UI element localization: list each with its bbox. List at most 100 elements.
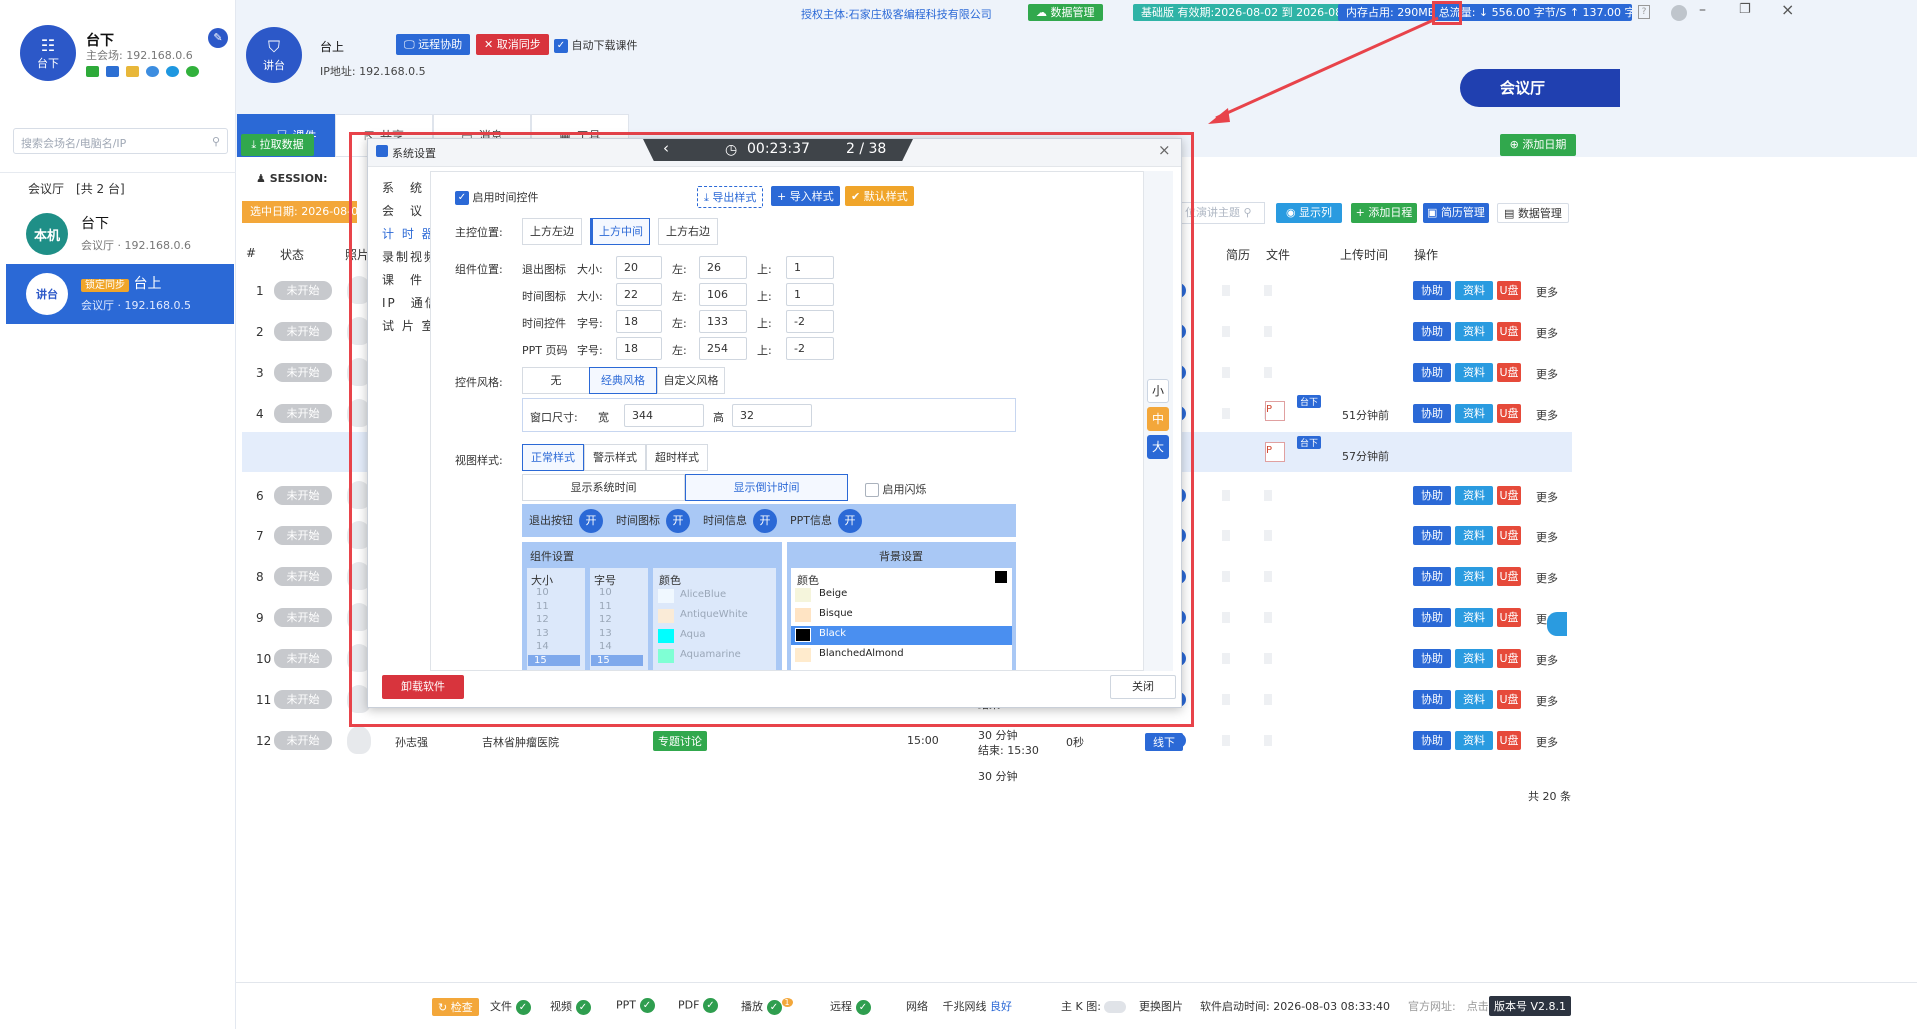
bio-doc-icon[interactable] — [1222, 285, 1230, 296]
row-more-link[interactable]: 更多 — [1536, 570, 1558, 586]
style-none[interactable]: 无 — [522, 367, 590, 394]
row-more-link[interactable]: 更多 — [1536, 407, 1558, 423]
size-option[interactable]: 11 — [536, 601, 549, 612]
height-input[interactable]: 32 — [732, 404, 812, 427]
row-usb-button[interactable]: U盘 — [1497, 362, 1521, 382]
size-option[interactable]: 13 — [536, 628, 549, 639]
toggle-time-info[interactable]: 时间信息开 — [703, 509, 777, 533]
style-classic[interactable]: 经典风格 — [589, 367, 657, 394]
row-usb-button[interactable]: U盘 — [1497, 608, 1521, 628]
font-size-option[interactable]: 11 — [599, 601, 612, 612]
row-status-pill[interactable]: 未开始 — [274, 567, 332, 587]
size-option[interactable]: 14 — [536, 641, 549, 652]
row-status-pill[interactable]: 未开始 — [274, 649, 332, 669]
row-usb-button[interactable]: U盘 — [1497, 281, 1521, 300]
component-size-input[interactable]: 18 — [616, 337, 662, 360]
bg-color-option[interactable]: BlanchedAlmond — [819, 648, 904, 659]
settings-nav-item[interactable]: 会 议 — [382, 202, 424, 219]
row-assist-button[interactable]: 协助 — [1413, 403, 1451, 423]
row-status-pill[interactable]: 未开始 — [274, 485, 332, 505]
gear-icon[interactable] — [1671, 5, 1687, 21]
remote-assist-button[interactable]: 🖵 远程协助 — [396, 34, 471, 55]
default-style-button[interactable]: ✔ 默认样式 — [845, 186, 914, 206]
file-doc-icon[interactable] — [1264, 325, 1272, 337]
row-materials-button[interactable]: 资料 — [1455, 526, 1493, 546]
file-doc-icon[interactable] — [1264, 571, 1272, 583]
row-usb-button[interactable]: U盘 — [1497, 690, 1521, 709]
toggle-on-icon[interactable]: 开 — [753, 509, 777, 533]
size-small-button[interactable]: 小 — [1147, 379, 1169, 403]
component-size-input[interactable]: 20 — [616, 256, 662, 279]
row-assist-button[interactable]: 协助 — [1413, 608, 1451, 628]
row-usb-button[interactable]: U盘 — [1497, 485, 1521, 505]
ppt-file-icon[interactable]: P — [1265, 401, 1285, 421]
file-doc-icon[interactable] — [1264, 694, 1272, 705]
row-materials-button[interactable]: 资料 — [1455, 567, 1493, 587]
component-size-input[interactable]: 22 — [616, 283, 662, 306]
font-size-option[interactable]: 12 — [599, 614, 612, 625]
row-usb-button[interactable]: U盘 — [1497, 730, 1521, 750]
size-option[interactable]: 15 — [528, 654, 580, 666]
row-assist-button[interactable]: 协助 — [1413, 526, 1451, 546]
settings-nav-item[interactable]: 试 片 室 — [382, 317, 436, 334]
toggle-exit[interactable]: 退出按钮开 — [529, 509, 603, 533]
auto-download-checkbox[interactable]: ✓ 自动下载课件 — [554, 37, 638, 53]
data-mgmt-button[interactable]: ▤ 数据管理 — [1497, 203, 1569, 223]
size-large-button[interactable]: 大 — [1147, 435, 1169, 459]
toggle-ppt-info[interactable]: PPT信息开 — [790, 509, 862, 533]
row-status-pill[interactable]: 未开始 — [274, 730, 332, 750]
settings-nav-item[interactable]: 课 件 — [382, 271, 424, 288]
row-materials-button[interactable]: 资料 — [1455, 362, 1493, 382]
settings-nav-item[interactable]: 计 时 器 — [382, 225, 436, 242]
bio-doc-icon[interactable] — [1222, 325, 1230, 337]
color-option[interactable]: AliceBlue — [680, 589, 726, 600]
toggle-time-icon[interactable]: 时间图标开 — [616, 509, 690, 533]
row-status-pill[interactable]: 未开始 — [274, 321, 332, 341]
font-size-option[interactable]: 14 — [599, 641, 612, 652]
width-input[interactable]: 344 — [624, 404, 704, 427]
ppt-file-icon[interactable]: P — [1265, 442, 1285, 462]
bio-doc-icon[interactable] — [1222, 407, 1230, 419]
bio-doc-icon[interactable] — [1222, 653, 1230, 665]
size-option[interactable]: 10 — [536, 587, 549, 598]
row-usb-button[interactable]: U盘 — [1497, 567, 1521, 587]
file-doc-icon[interactable] — [1264, 734, 1272, 746]
settings-nav-item[interactable]: 系 统 — [382, 179, 424, 196]
component-left-input[interactable]: 254 — [699, 337, 747, 360]
change-image-button[interactable]: 更换图片 — [1139, 998, 1183, 1014]
row-materials-button[interactable]: 资料 — [1455, 690, 1493, 709]
bio-mgmt-button[interactable]: ▣ 简历管理 — [1423, 203, 1489, 223]
restore-icon[interactable]: ❐ — [1739, 2, 1751, 17]
view-overtime[interactable]: 超时样式 — [646, 444, 708, 471]
font-size-option[interactable]: 15 — [591, 654, 643, 666]
enable-timer-checkbox[interactable]: ✓ 启用时间控件 — [455, 189, 539, 205]
row-assist-button[interactable]: 协助 — [1413, 281, 1451, 300]
row-status-pill[interactable]: 未开始 — [274, 281, 332, 300]
bio-doc-icon[interactable] — [1222, 489, 1230, 501]
cancel-sync-button[interactable]: ✕ 取消同步 — [476, 34, 549, 55]
row-more-link[interactable]: 更多 — [1536, 366, 1558, 382]
show-columns-button[interactable]: ◉ 显示列 — [1276, 203, 1342, 223]
row-materials-button[interactable]: 资料 — [1455, 730, 1493, 750]
bio-doc-icon[interactable] — [1222, 694, 1230, 705]
toggle-on-icon[interactable]: 开 — [579, 509, 603, 533]
bg-color-list[interactable]: 颜色 Beige Bisque Black BlanchedAlmond — [791, 568, 1012, 670]
device-row-podium[interactable]: 讲台 锁定同步 台上 会议厅 · 192.168.0.5 — [6, 264, 234, 324]
row-more-link[interactable]: 更多 — [1536, 529, 1558, 545]
row-status-pill[interactable]: 未开始 — [274, 403, 332, 423]
close-icon[interactable]: × — [1158, 141, 1171, 159]
toggle-on-icon[interactable]: 开 — [838, 509, 862, 533]
row-materials-button[interactable]: 资料 — [1455, 281, 1493, 300]
main-pos-center[interactable]: 上方中间 — [590, 218, 650, 245]
bio-doc-icon[interactable] — [1222, 571, 1230, 583]
component-size-input[interactable]: 18 — [616, 310, 662, 333]
import-style-button[interactable]: + 导入样式 — [771, 186, 840, 206]
size-medium-button[interactable]: 中 — [1147, 407, 1169, 431]
row-materials-button[interactable]: 资料 — [1455, 649, 1493, 669]
file-doc-icon[interactable] — [1264, 653, 1272, 665]
pull-data-button[interactable]: ⤓ 拉取数据 — [241, 134, 314, 156]
data-mgmt-chip[interactable]: ☁ 数据管理 — [1028, 4, 1103, 21]
show-countdown-button[interactable]: 显示倒计时间 — [685, 474, 848, 501]
main-pos-left[interactable]: 上方左边 — [522, 218, 582, 245]
bg-color-option[interactable]: Beige — [819, 588, 847, 599]
